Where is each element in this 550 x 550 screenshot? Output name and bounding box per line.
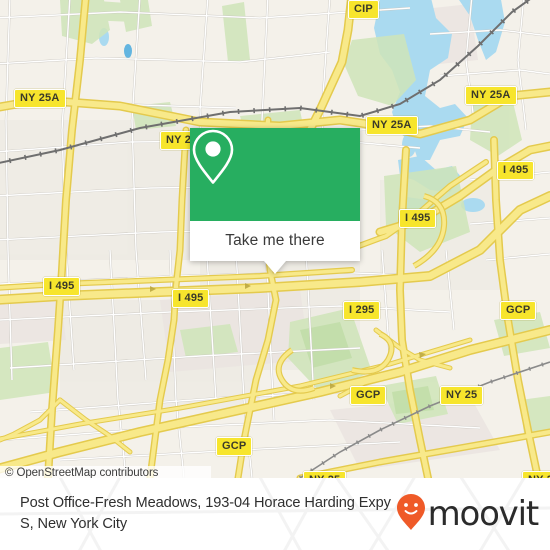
osm-attribution-text: © OpenStreetMap contributors — [5, 467, 159, 478]
popup-action[interactable]: Take me there — [190, 221, 360, 261]
road-shield: GCP — [350, 386, 387, 405]
osm-attribution[interactable]: © OpenStreetMap contributors — [0, 466, 211, 478]
road-shield: I 295 — [343, 301, 381, 320]
road-shield: NY 24 — [522, 471, 550, 478]
road-shield: NY 25 — [440, 386, 484, 405]
place-title: Post Office-Fresh Meadows, 193-04 Horace… — [20, 495, 391, 532]
road-shield: NY 25A — [366, 116, 418, 135]
moovit-brand[interactable]: moovit — [396, 493, 540, 536]
popup-header — [190, 128, 360, 221]
map-screenshot: CIP NY 25A NY 25A NY 2 NY 25A I 495 I 49… — [0, 0, 550, 550]
road-shield: CIP — [348, 0, 379, 19]
road-shield: I 495 — [43, 277, 81, 296]
road-shield: NY 25 — [303, 471, 347, 478]
road-shield: GCP — [216, 437, 253, 456]
footer-bar: Post Office-Fresh Meadows, 193-04 Horace… — [0, 478, 550, 550]
popup-tail — [264, 261, 286, 274]
road-shield: I 495 — [399, 209, 437, 228]
moovit-wordmark: moovit — [427, 494, 540, 534]
road-shield: I 495 — [172, 289, 210, 308]
road-shield: GCP — [500, 301, 537, 320]
location-popup[interactable]: Take me there — [190, 128, 360, 274]
road-shield: NY 25A — [465, 86, 517, 105]
road-shield: I 495 — [497, 161, 535, 180]
moovit-smiley-pin-icon — [396, 493, 426, 536]
map-canvas[interactable]: CIP NY 25A NY 25A NY 2 NY 25A I 495 I 49… — [0, 0, 550, 478]
road-shield: NY 25A — [14, 89, 66, 108]
popup-action-label: Take me there — [225, 232, 325, 249]
